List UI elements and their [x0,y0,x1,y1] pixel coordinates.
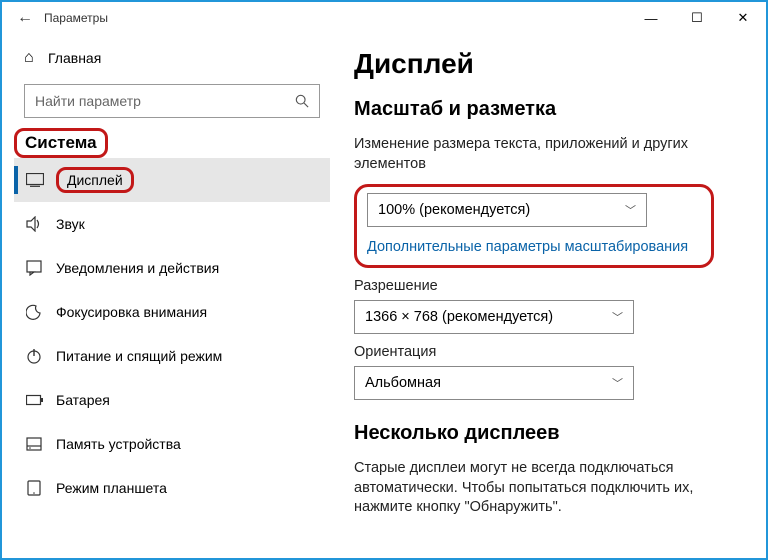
sidebar-item-focus[interactable]: Фокусировка внимания [14,290,330,334]
search-icon [295,94,309,108]
content-pane: Дисплей Масштаб и разметка Изменение раз… [330,34,766,558]
search-input[interactable]: Найти параметр [24,84,320,118]
sidebar-item-label: Питание и спящий режим [56,348,222,364]
chevron-down-icon: ﹀ [612,375,623,391]
battery-icon [26,394,56,406]
sidebar: ⌂ Главная Найти параметр Система Дисплей… [2,34,330,558]
sidebar-home-label: Главная [48,50,101,66]
tablet-icon [26,480,56,496]
multi-displays-description: Старые дисплеи могут не всегда подключат… [354,459,736,518]
orientation-value: Альбомная [365,375,441,391]
sidebar-item-display[interactable]: Дисплей [14,158,330,202]
search-placeholder: Найти параметр [35,93,141,109]
page-title: Дисплей [354,48,736,80]
minimize-button[interactable]: — [628,2,674,34]
orientation-label: Ориентация [354,344,736,360]
category-label: Система [14,128,108,158]
sidebar-item-label: Батарея [56,392,110,408]
highlighted-scale-block: 100% (рекомендуется) ﹀ Дополнительные па… [354,184,714,268]
titlebar: ← Параметры — ☐ ✕ [2,2,766,34]
scale-description: Изменение размера текста, приложений и д… [354,135,736,174]
sidebar-item-label: Дисплей [56,167,134,193]
orientation-dropdown[interactable]: Альбомная ﹀ [354,366,634,400]
sidebar-item-battery[interactable]: Батарея [14,378,330,422]
window-title: Параметры [44,11,108,25]
notifications-icon [26,260,56,276]
multi-displays-heading: Несколько дисплеев [354,422,736,445]
maximize-button[interactable]: ☐ [674,2,720,34]
scale-heading: Масштаб и разметка [354,98,736,121]
sound-icon [26,216,56,232]
chevron-down-icon: ﹀ [625,202,636,218]
display-icon [26,173,56,187]
sidebar-item-storage[interactable]: Память устройства [14,422,330,466]
scale-dropdown-value: 100% (рекомендуется) [378,202,530,218]
sidebar-home[interactable]: ⌂ Главная [14,38,330,78]
sidebar-item-label: Уведомления и действия [56,260,219,276]
close-button[interactable]: ✕ [720,2,766,34]
resolution-dropdown[interactable]: 1366 × 768 (рекомендуется) ﹀ [354,300,634,334]
sidebar-item-label: Память устройства [56,436,181,452]
resolution-value: 1366 × 768 (рекомендуется) [365,309,553,325]
back-button[interactable]: ← [10,9,40,27]
resolution-label: Разрешение [354,278,736,294]
focus-icon [26,304,56,320]
chevron-down-icon: ﹀ [612,309,623,325]
sidebar-item-power[interactable]: Питание и спящий режим [14,334,330,378]
scale-dropdown[interactable]: 100% (рекомендуется) ﹀ [367,193,647,227]
sidebar-item-label: Звук [56,216,85,232]
sidebar-item-tablet[interactable]: Режим планшета [14,466,330,510]
sidebar-item-notifications[interactable]: Уведомления и действия [14,246,330,290]
sidebar-category: Система [14,128,330,158]
sidebar-item-label: Фокусировка внимания [56,304,207,320]
sidebar-item-sound[interactable]: Звук [14,202,330,246]
power-icon [26,348,56,364]
advanced-scaling-link[interactable]: Дополнительные параметры масштабирования [367,239,701,255]
storage-icon [26,436,56,452]
home-icon: ⌂ [24,49,48,67]
sidebar-item-label: Режим планшета [56,480,167,496]
